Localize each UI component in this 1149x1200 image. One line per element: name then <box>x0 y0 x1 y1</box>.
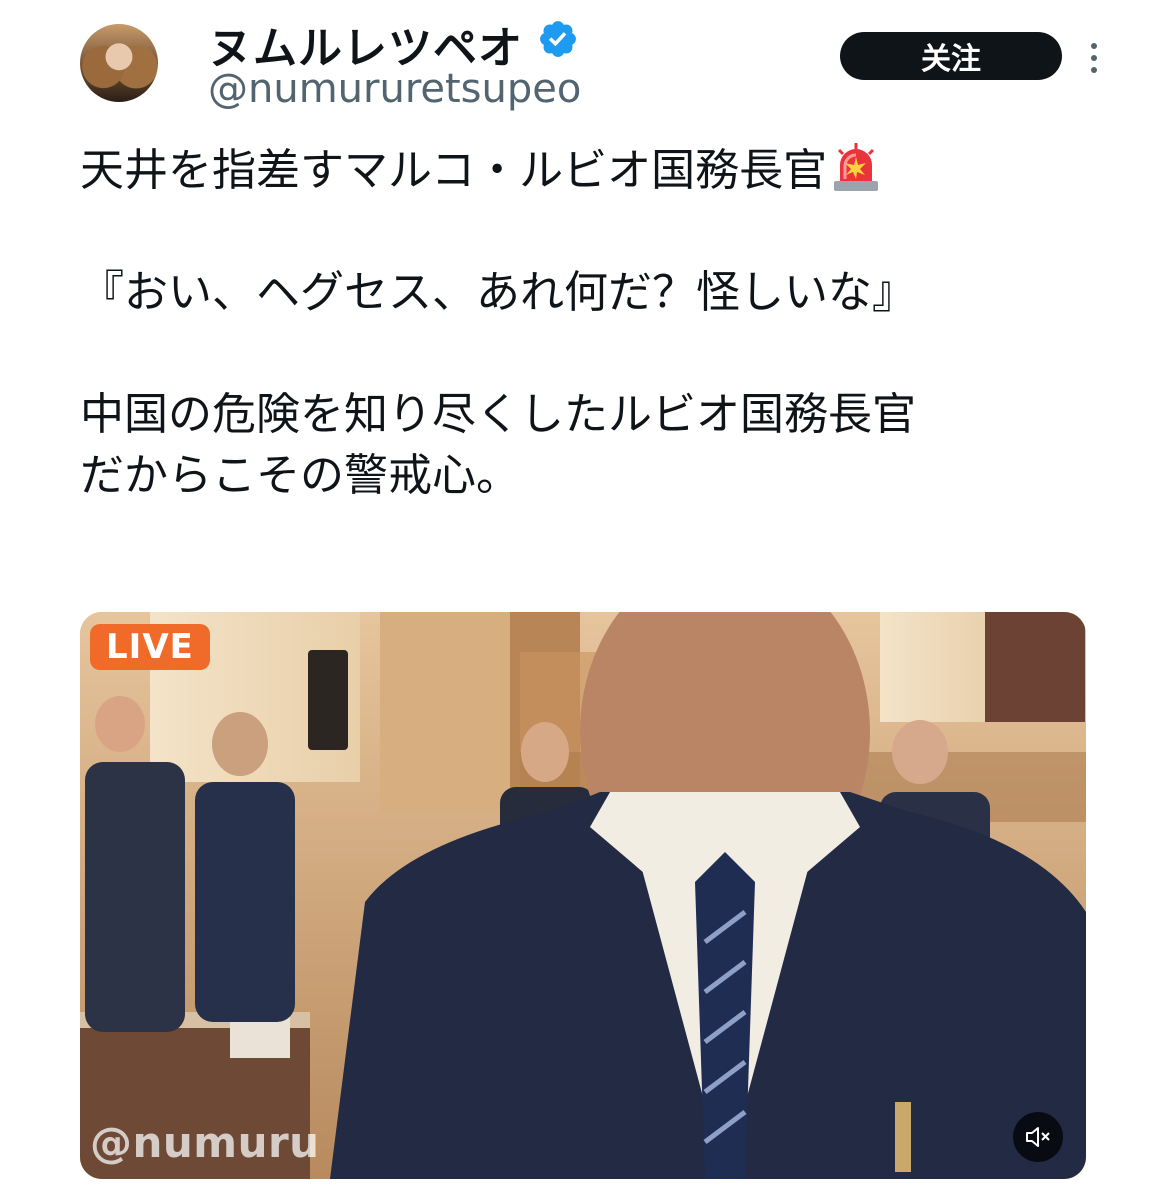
police-siren-icon <box>834 143 879 191</box>
avatar[interactable] <box>80 24 158 102</box>
live-badge: LIVE <box>90 624 210 670</box>
video-watermark: @numuru <box>90 1118 320 1167</box>
mute-button[interactable] <box>1013 1112 1063 1162</box>
verified-badge-icon <box>540 21 576 57</box>
video-frame <box>80 612 1086 1179</box>
tweet-line: だからこその警戒心。 <box>80 450 520 501</box>
follow-button[interactable]: 关注 <box>840 32 1062 80</box>
tweet-line: 中国の危険を知り尽くしたルビオ国務長官 <box>80 389 916 440</box>
speaker-muted-icon <box>1026 1127 1050 1147</box>
tweet-line-text: 天井を指差すマルコ・ルビオ国務長官 <box>80 145 828 196</box>
tweet-card: ヌムルレツペオ @numururetsupeo 关注 天井を指差すマルコ・ルビオ… <box>0 0 1149 1200</box>
tweet-line: 天井を指差すマルコ・ルビオ国務長官 <box>80 140 1090 201</box>
video-player[interactable]: LIVE @numuru <box>80 612 1086 1179</box>
more-vertical-icon[interactable] <box>1082 40 1106 76</box>
tweet-line: 『おい、ヘグセス、あれ何だ？怪しいな』 <box>80 267 916 318</box>
tweet-text: 天井を指差すマルコ・ルビオ国務長官 『おい、ヘグセス、あれ何だ？怪しいな』 中国… <box>80 140 1090 506</box>
author-handle[interactable]: @numururetsupeo <box>208 66 581 112</box>
